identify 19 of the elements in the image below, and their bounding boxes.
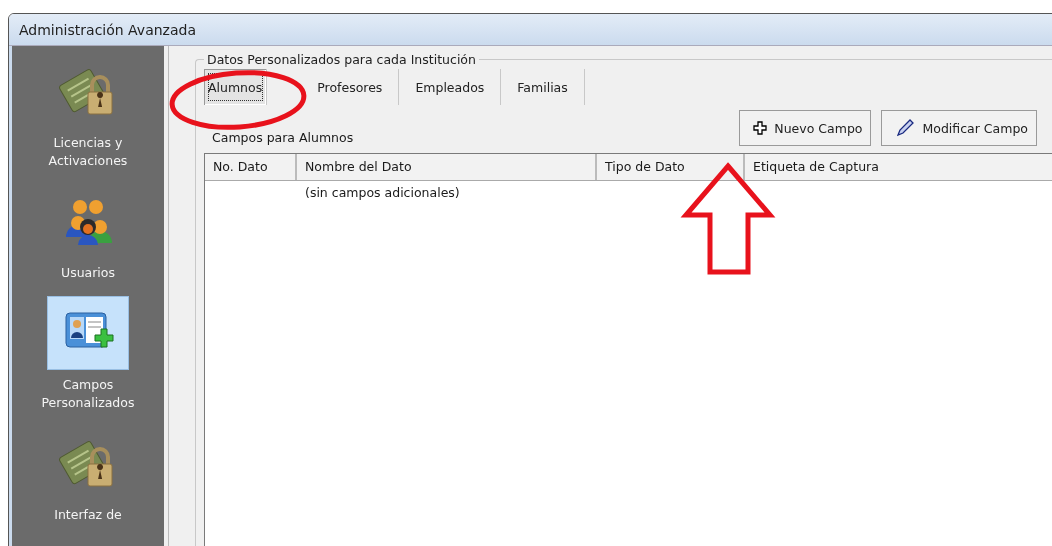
column-header[interactable]: Etiqueta de Captura <box>745 154 1052 180</box>
sidebar-label: Interfaz de <box>53 506 123 524</box>
toolbar-button[interactable]: Modificar Campo <box>881 110 1037 146</box>
toolbar-button[interactable]: Nuevo Campo <box>739 110 872 146</box>
sidebar-label: Campos Personalizados <box>40 376 136 412</box>
group-title: Datos Personalizados para cada Institución <box>206 52 477 67</box>
column-header[interactable]: No. Dato <box>205 154 297 180</box>
tab[interactable]: Profesores <box>301 69 400 105</box>
tab[interactable]: Empleados <box>399 69 502 105</box>
plus-icon <box>752 120 769 136</box>
column-header[interactable]: Tipo de Dato <box>597 154 745 180</box>
window-title: Administración Avanzada <box>19 21 196 38</box>
empty-message: (sin campos adicionales) <box>305 185 460 200</box>
section-label: Campos para Alumnos <box>212 129 354 145</box>
sidebar-label: Licencias y Activaciones <box>47 134 129 170</box>
sidebar-item[interactable] <box>47 296 129 370</box>
tab[interactable]: Familias <box>501 69 585 105</box>
sidebar-label: Usuarios <box>60 264 116 282</box>
column-header[interactable]: Nombre del Dato <box>297 154 597 180</box>
